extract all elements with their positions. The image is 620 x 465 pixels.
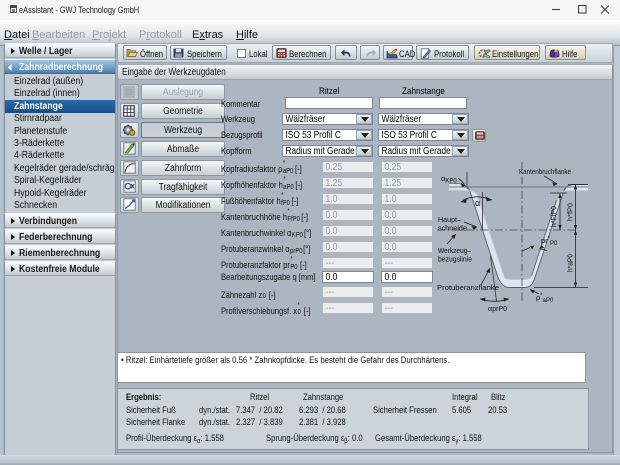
svg-text:h*fP0: h*fP0 xyxy=(568,203,575,221)
svg-text:schneide: schneide xyxy=(438,224,467,233)
svg-text:h*FfP0: h*FfP0 xyxy=(551,206,558,227)
svg-text:Kantenbruchflanke: Kantenbruchflanke xyxy=(519,167,571,176)
svg-text:αprP0: αprP0 xyxy=(488,304,507,313)
svg-text:α: α xyxy=(475,198,480,208)
svg-text:αKP0: αKP0 xyxy=(441,174,457,185)
svg-text:Protuberanzflanke: Protuberanzflanke xyxy=(437,283,499,292)
svg-text:h*aP0: h*aP0 xyxy=(568,254,575,272)
svg-text:bezugslinie: bezugslinie xyxy=(438,255,472,264)
svg-text:ρ*aP0: ρ*aP0 xyxy=(536,293,554,304)
